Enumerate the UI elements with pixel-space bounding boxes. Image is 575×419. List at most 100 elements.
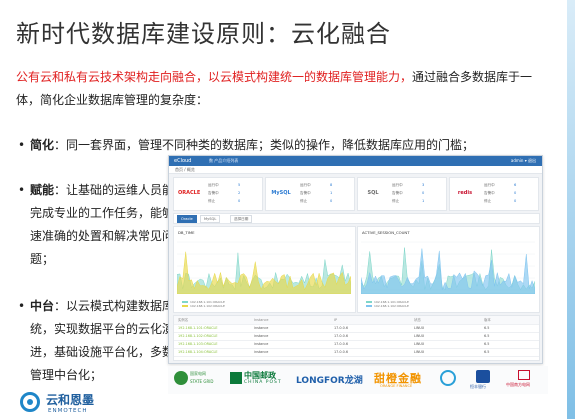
table-cell: LINUX: [414, 342, 425, 346]
legend-item: 192.168.1.102:ORACLE: [374, 304, 409, 308]
db-card[interactable]: MySQL 运行中 8 告警中 1 停止 0: [265, 177, 355, 211]
corp-name-cn: 云和恩墨: [46, 393, 95, 407]
table-cell[interactable]: 192.168.1.103:ORACLE: [178, 340, 218, 348]
logo-china-post: 中国邮政 CHINA POST: [230, 370, 290, 392]
db-logo: MySQL: [271, 190, 291, 196]
tab-oracle[interactable]: Oracle: [177, 215, 197, 223]
table-cell: 17.0.0.6: [334, 334, 349, 338]
table-cell: 状态: [414, 318, 421, 322]
logo-csg: 中国南方电网: [504, 370, 546, 392]
dashboard-user: admin ▾ 退出: [510, 158, 536, 163]
table-cell: 17.0.0.6: [334, 342, 349, 346]
db-stat-value: 1: [422, 199, 425, 203]
db-card[interactable]: redis 运行中 6 告警中 0 停止 0: [449, 177, 539, 211]
bullet-head: 中台: [30, 299, 55, 313]
logo-longfor: LONGFOR龙湖: [296, 376, 363, 386]
table-cell: Instance: [254, 318, 269, 322]
dashboard-subbar: 首页 / 概览: [169, 166, 542, 174]
dbtime-chart: [177, 241, 351, 294]
table-cell: 6.5: [484, 334, 490, 338]
db-logo: ORACLE: [178, 190, 201, 196]
customer-logos: 国家电网 STATE GRID 中国邮政 CHINA POST LONGFOR龙…: [168, 366, 548, 394]
db-card[interactable]: ORACLE 运行中 5 告警中 2 停止 0: [173, 177, 263, 211]
db-stat-label: 运行中: [484, 183, 495, 187]
db-stat-label: 运行中: [392, 183, 403, 187]
chart-legend: 192.168.1.101:ORACLE 192.168.1.102:ORACL…: [366, 300, 409, 308]
db-stat-value: 5: [238, 183, 241, 187]
logo-hengfeng-bank: 恒丰银行: [468, 370, 498, 392]
table-cell: LINUX: [414, 350, 425, 354]
db-stat-label: 停止: [208, 199, 216, 203]
db-stat-value: 0: [330, 199, 333, 203]
table-cell: instance: [254, 342, 269, 346]
dashboard-tabs: Oracle MySQL 选择日期: [173, 213, 540, 224]
db-stat-label: 告警中: [208, 191, 219, 195]
state-grid-emblem-icon: [174, 371, 188, 385]
db-stat-value: 2: [238, 191, 241, 195]
corp-name-en: ENMOTECH: [48, 408, 88, 414]
table-cell: 17.0.0.6: [334, 326, 349, 330]
date-picker[interactable]: 选择日期: [230, 215, 253, 223]
dashboard-crumb: 数 产品介绍列表: [209, 158, 239, 163]
bullet-dot: •: [18, 138, 26, 152]
db-stat-value: 1: [330, 191, 333, 195]
table-cell: instance: [254, 350, 269, 354]
bullet-body: ：同一套界面，管理不同种类的数据库；类似的操作，降低数据库应用的门槛；: [54, 138, 475, 152]
db-stat-value: 8: [330, 183, 333, 187]
dashboard-brand: eCloud: [174, 158, 192, 164]
table-row[interactable]: 192.168.1.104:ORACLE instance 17.0.0.6 LINU…: [174, 348, 539, 357]
chart-panel-active-session: ACTIVE_SESSION_COUNT 192.168.1.101:ORACL…: [357, 226, 540, 313]
table-cell[interactable]: 192.168.1.101:ORACLE: [178, 324, 218, 332]
hengfeng-emblem-icon: [476, 370, 490, 383]
table-cell: instance: [254, 334, 269, 338]
table-cell[interactable]: 192.168.1.102:ORACLE: [178, 332, 218, 340]
bullet-dot: •: [18, 183, 26, 197]
bullet-head: 简化: [30, 138, 55, 152]
db-stat-label: 告警中: [392, 191, 403, 195]
db-stat-value: 0: [514, 191, 517, 195]
db-stat-value: 0: [514, 199, 517, 203]
table-cell: LINUX: [414, 326, 425, 330]
db-stat-label: 运行中: [300, 183, 311, 187]
db-stat-label: 停止: [300, 199, 308, 203]
table-cell: 6.5: [484, 326, 490, 330]
legend-item: 192.168.1.102:ORACLE: [190, 304, 225, 308]
dashboard-screenshot: eCloud 数 产品介绍列表 admin ▾ 退出 首页 / 概览 ORACL…: [168, 155, 543, 364]
table-cell: 17.0.0.6: [334, 350, 349, 354]
db-card[interactable]: SQL 运行中 3 告警中 0 停止 1: [357, 177, 447, 211]
db-stat-label: 告警中: [300, 191, 311, 195]
table-cell: LINUX: [414, 334, 425, 338]
intro-highlight: 公有云和私有云技术架构走向融合，以云模式构建统一的数据库管理能力，: [16, 70, 413, 84]
logo-orange-finance: 甜橙金融 ORANGE FINANCE: [374, 372, 422, 388]
bullet-body: ：让基础的运维人员能够完成专业的工作任务，能够快速准确的处置和解决常见问题；: [30, 183, 187, 266]
panel-title: ACTIVE_SESSION_COUNT: [362, 230, 410, 235]
db-stat-value: 0: [422, 191, 425, 195]
table-cell: 版本: [484, 318, 491, 322]
active-session-chart: [361, 241, 535, 294]
instance-table: 实例名 Instance IP 状态 版本 192.168.1.101:ORACLE ins…: [173, 315, 540, 361]
right-decoration-strip: [567, 0, 575, 419]
chart-panel-dbtime: DB_TIME 192.168.1.101:ORACLE 192.168.1.1…: [173, 226, 356, 313]
db-stat-label: 停止: [484, 199, 492, 203]
db-logo: SQL: [367, 190, 379, 196]
table-cell[interactable]: 192.168.1.104:ORACLE: [178, 348, 218, 356]
bullet-dot: •: [18, 299, 26, 313]
enmotech-logo: 云和恩墨 ENMOTECH: [0, 388, 115, 419]
dashboard-topbar: eCloud 数 产品介绍列表 admin ▾ 退出: [169, 156, 542, 166]
bullet-head: 赋能: [30, 183, 55, 197]
chart-legend: 192.168.1.101:ORACLE 192.168.1.102:ORACL…: [182, 300, 225, 308]
table-cell: 6.5: [484, 342, 490, 346]
logo-telecom: [436, 370, 460, 392]
table-cell: instance: [254, 326, 269, 330]
telecom-emblem-icon: [440, 370, 456, 386]
db-stat-value: 3: [422, 183, 425, 187]
dashboard-sub-crumb: 首页 / 概览: [175, 167, 195, 172]
db-stat-value: 0: [238, 199, 241, 203]
table-cell: 实例名: [178, 318, 189, 322]
db-logo: redis: [457, 190, 473, 196]
tab-mysql[interactable]: MySQL: [200, 215, 221, 223]
db-stat-label: 停止: [392, 199, 400, 203]
china-post-emblem-icon: [230, 372, 242, 384]
page-title: 新时代数据库建设原则：云化融合: [16, 20, 391, 48]
table-cell: IP: [334, 318, 338, 322]
